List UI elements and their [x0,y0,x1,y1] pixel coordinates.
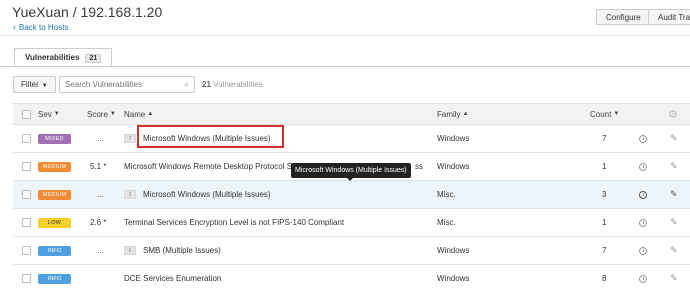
audit-trail-button[interactable]: Audit Tra [648,9,690,25]
score-cell: ... [97,246,104,255]
snooze-clock-icon[interactable] [639,218,647,227]
sort-down-icon: ▼ [613,111,620,117]
header-divider [0,35,690,36]
row-checkbox[interactable] [22,162,31,171]
row-checkbox[interactable] [22,246,31,255]
snooze-clock-icon[interactable] [639,134,647,143]
severity-badge: MIXED [38,133,71,144]
sort-up-icon: ▲ [462,111,469,117]
table-row[interactable]: MEDIUM ... 3 Microsoft Windows (Multiple … [13,181,690,209]
score-cell: ... [97,190,104,199]
filter-button[interactable]: Filter ▼ [13,76,56,93]
column-family[interactable]: Family ▲ [437,104,469,124]
vulnerability-count-number: 21 [202,80,211,89]
sort-down-icon: ▼ [109,111,116,117]
score-cell: 2.6 * [90,218,107,227]
column-name-label: Name [124,109,146,119]
table-row[interactable]: MIXED ... 7 Microsoft Windows (Multiple I… [13,125,690,153]
column-name[interactable]: Name ▲ [124,104,153,124]
caret-down-icon: ▼ [41,83,48,89]
vulnerability-count-label: Vulnerabilities [213,80,263,89]
group-count-badge: 6 [124,246,136,255]
vulnerability-name[interactable]: Terminal Services Encryption Level is no… [124,218,344,227]
count-cell: 3 [602,190,607,199]
vulnerability-name[interactable]: DCE Services Enumeration [124,274,221,283]
severity-badge: INFO [38,273,71,284]
column-family-label: Family [437,109,461,119]
edit-pencil-icon[interactable]: ✎ [670,161,678,172]
column-score-label: Score [87,109,108,119]
vulnerability-name[interactable]: SMB (Multiple Issues) [143,246,221,255]
score-cell: ... [97,134,104,143]
search-box[interactable]: ⌕ [59,76,195,93]
name-tooltip: Microsoft Windows (Multiple Issues) [291,163,411,181]
column-sev-label: Sev [38,109,52,119]
edit-pencil-icon[interactable]: ✎ [670,133,678,144]
count-cell: 1 [602,218,607,227]
sort-down-icon: ▼ [53,111,60,117]
tab-vulnerabilities[interactable]: Vulnerabilities 21 [14,48,113,67]
family-cell: Misc. [437,190,456,199]
page-title: YueXuan / 192.168.1.20 [12,4,163,20]
column-score[interactable]: Score ▼ [87,104,116,124]
filter-label: Filter [21,80,39,89]
truncated-name-tail: ss [415,162,423,171]
vulnerabilities-count-badge: 21 [85,54,102,63]
back-link-label: Back to Hosts [19,23,69,32]
row-checkbox[interactable] [22,134,31,143]
severity-badge: MEDIUM [38,189,71,200]
count-cell: 7 [602,134,607,143]
vulnerability-name[interactable]: Microsoft Windows Remote Desktop Protoco… [124,162,292,171]
family-cell: Windows [437,274,470,283]
highlight-annotation-box [137,125,284,148]
table-header-row: Sev ▼ Score ▼ Name ▲ Family ▲ Count ▼ ⚙ [13,103,690,125]
snooze-clock-icon[interactable] [639,246,647,255]
search-input[interactable] [60,77,172,92]
column-count-label: Count [590,109,612,119]
gear-icon[interactable]: ⚙ [668,108,678,121]
vulnerability-count: 21 Vulnerabilities [202,80,263,89]
chevron-left-icon: ‹ [13,22,16,32]
select-all-checkbox[interactable] [22,109,31,119]
count-cell: 1 [602,162,607,171]
search-icon[interactable]: ⌕ [184,79,189,90]
count-cell: 8 [602,274,607,283]
severity-badge: INFO [38,245,71,256]
tab-vulnerabilities-label: Vulnerabilities [25,53,80,62]
back-to-hosts-link[interactable]: ‹ Back to Hosts [13,22,68,32]
sort-up-icon: ▲ [147,111,154,117]
severity-badge: LOW [38,217,71,228]
score-cell: 5.1 * [90,162,107,171]
column-sev[interactable]: Sev ▼ [38,104,60,124]
row-checkbox[interactable] [22,190,31,199]
edit-pencil-icon[interactable]: ✎ [670,189,678,200]
snooze-clock-icon[interactable] [639,274,647,283]
group-count-badge: 7 [124,134,136,143]
tab-divider [0,66,690,67]
edit-pencil-icon[interactable]: ✎ [670,273,678,284]
table-row[interactable]: INFO DCE Services Enumeration Windows 8 … [13,265,690,292]
table-row[interactable]: INFO ... 6 SMB (Multiple Issues) Windows … [13,237,690,265]
edit-pencil-icon[interactable]: ✎ [670,217,678,228]
snooze-clock-icon[interactable] [639,190,647,199]
column-count[interactable]: Count ▼ [590,104,619,124]
vulnerability-name[interactable]: Microsoft Windows (Multiple Issues) [143,190,271,199]
family-cell: Windows [437,162,470,171]
table-row[interactable]: LOW 2.6 * Terminal Services Encryption L… [13,209,690,237]
family-cell: Windows [437,134,470,143]
severity-badge: MEDIUM [38,161,71,172]
family-cell: Misc. [437,218,456,227]
configure-button[interactable]: Configure [596,9,651,25]
group-count-badge: 3 [124,190,136,199]
row-checkbox[interactable] [22,274,31,283]
count-cell: 7 [602,246,607,255]
row-checkbox[interactable] [22,218,31,227]
family-cell: Windows [437,246,470,255]
snooze-clock-icon[interactable] [639,162,647,171]
edit-pencil-icon[interactable]: ✎ [670,245,678,256]
